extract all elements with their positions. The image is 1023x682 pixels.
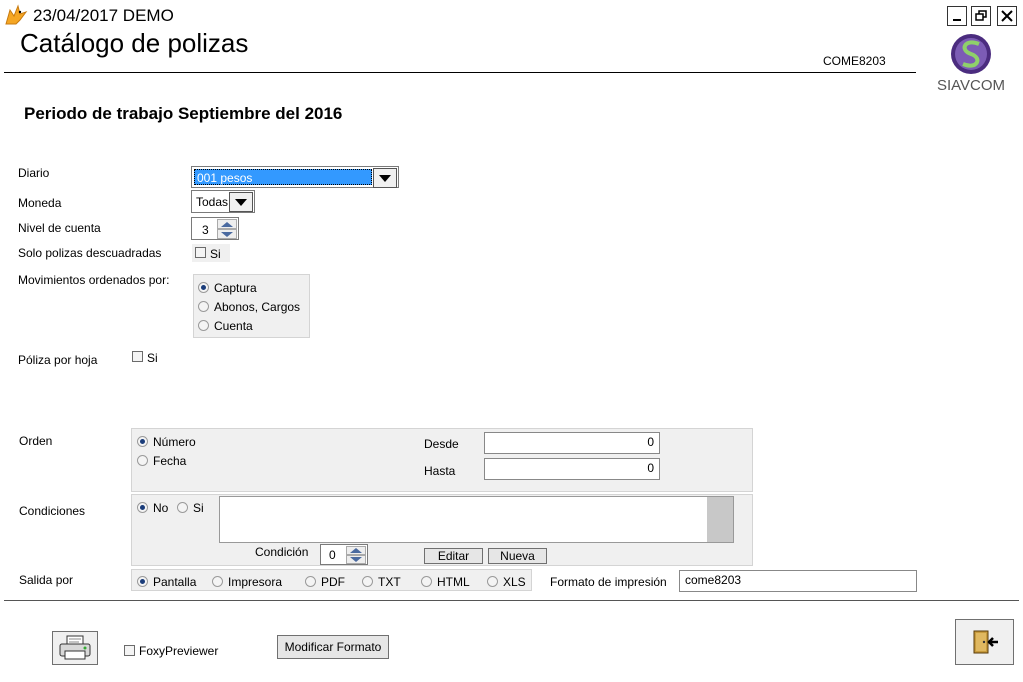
salida-option-label: TXT xyxy=(378,575,401,589)
diario-label: Diario xyxy=(18,166,50,180)
desde-input[interactable]: 0 xyxy=(484,432,660,454)
movimientos-radio-abonos[interactable] xyxy=(198,301,209,312)
salida-option-label: Pantalla xyxy=(153,575,197,589)
print-button[interactable] xyxy=(52,631,98,665)
chevron-down-icon[interactable] xyxy=(373,168,397,188)
salida-radio-txt[interactable] xyxy=(362,576,373,587)
salida-radio-impresora[interactable] xyxy=(212,576,223,587)
condiciones-radio-no[interactable] xyxy=(137,502,148,513)
form-code: COME8203 xyxy=(823,54,886,68)
siavcom-logo: SIAVCOM xyxy=(925,32,1017,98)
nivel-label: Nivel de cuenta xyxy=(18,221,101,235)
condiciones-label: Condiciones xyxy=(19,504,86,518)
orden-radio-numero[interactable] xyxy=(137,436,148,447)
chevron-down-icon[interactable] xyxy=(229,192,253,212)
salida-radio-pantalla[interactable] xyxy=(137,576,148,587)
foxy-checkbox[interactable] xyxy=(124,645,135,656)
condicion-spinner[interactable]: 0 xyxy=(320,544,368,565)
diario-combo[interactable]: 001 pesos xyxy=(191,166,399,188)
hasta-label: Hasta xyxy=(424,464,456,478)
moneda-combo[interactable]: Todas xyxy=(191,190,255,213)
movimientos-radio-cuenta[interactable] xyxy=(198,320,209,331)
condicion-value: 0 xyxy=(329,548,336,562)
restore-icon[interactable] xyxy=(971,6,991,26)
foxy-label: FoxyPreviewer xyxy=(139,644,219,658)
salida-option-label: Impresora xyxy=(228,575,283,589)
window-title: 23/04/2017 DEMO xyxy=(33,6,174,25)
moneda-value: Todas xyxy=(196,195,229,209)
condiciones-radio-si[interactable] xyxy=(177,502,188,513)
salida-radio-html[interactable] xyxy=(421,576,432,587)
form-title: Catálogo de polizas xyxy=(20,28,249,58)
formato-input[interactable]: come8203 xyxy=(679,570,917,592)
formato-label: Formato de impresión xyxy=(550,575,667,589)
salida-radio-xls[interactable] xyxy=(487,576,498,587)
desde-label: Desde xyxy=(424,437,459,451)
orden-option-label: Número xyxy=(153,435,196,449)
orden-label: Orden xyxy=(19,434,53,448)
orden-option-label: Fecha xyxy=(153,454,187,468)
movimientos-option-label: Cuenta xyxy=(214,319,253,333)
nueva-button[interactable]: Nueva xyxy=(488,548,547,564)
minimize-icon[interactable] xyxy=(947,6,967,26)
salida-option-label: XLS xyxy=(503,575,526,589)
movimientos-label: Movimientos ordenados por: xyxy=(18,273,170,287)
salida-label: Salida por xyxy=(19,573,74,587)
salida-radio-pdf[interactable] xyxy=(305,576,316,587)
hasta-input[interactable]: 0 xyxy=(484,458,660,480)
movimientos-option-label: Captura xyxy=(214,281,257,295)
descuadradas-checkbox[interactable] xyxy=(195,247,206,258)
header-divider xyxy=(4,72,916,73)
nivel-spinner[interactable]: 3 xyxy=(191,217,239,240)
condiciones-scrollbar[interactable] xyxy=(707,497,733,542)
condiciones-textarea[interactable] xyxy=(219,496,734,543)
salida-option-label: PDF xyxy=(321,575,345,589)
exit-button[interactable] xyxy=(955,619,1014,665)
descuadradas-option: Si xyxy=(210,247,221,261)
movimientos-radio-captura[interactable] xyxy=(198,282,209,293)
spin-up-icon[interactable] xyxy=(217,219,237,229)
descuadradas-label: Solo polizas descuadradas xyxy=(18,246,162,260)
orden-radio-fecha[interactable] xyxy=(137,455,148,466)
modificar-formato-button[interactable]: Modificar Formato xyxy=(277,635,389,659)
nivel-value: 3 xyxy=(202,223,209,237)
movimientos-option-label: Abonos, Cargos xyxy=(214,300,301,314)
spin-down-icon[interactable] xyxy=(346,555,366,564)
app-fox-icon xyxy=(4,4,28,26)
salida-option-label: HTML xyxy=(437,575,470,589)
printer-icon xyxy=(59,635,91,660)
poliza-hoja-label: Póliza por hoja xyxy=(18,353,98,367)
svg-text:SIAVCOM: SIAVCOM xyxy=(937,77,1005,94)
footer-divider xyxy=(4,600,1019,601)
editar-button[interactable]: Editar xyxy=(424,548,483,564)
spin-down-icon[interactable] xyxy=(217,229,237,239)
poliza-hoja-checkbox[interactable] xyxy=(132,351,143,362)
diario-value: 001 pesos xyxy=(194,169,372,185)
poliza-hoja-option: Si xyxy=(147,351,158,365)
condiciones-option-label: No xyxy=(153,501,169,515)
close-icon[interactable] xyxy=(997,6,1017,26)
moneda-label: Moneda xyxy=(18,196,62,210)
condicion-label: Condición xyxy=(255,545,309,559)
periodo-label: Periodo de trabajo Septiembre del 2016 xyxy=(24,104,343,123)
spin-up-icon[interactable] xyxy=(346,546,366,555)
exit-door-icon xyxy=(973,630,998,654)
condiciones-option-label: Si xyxy=(193,501,204,515)
